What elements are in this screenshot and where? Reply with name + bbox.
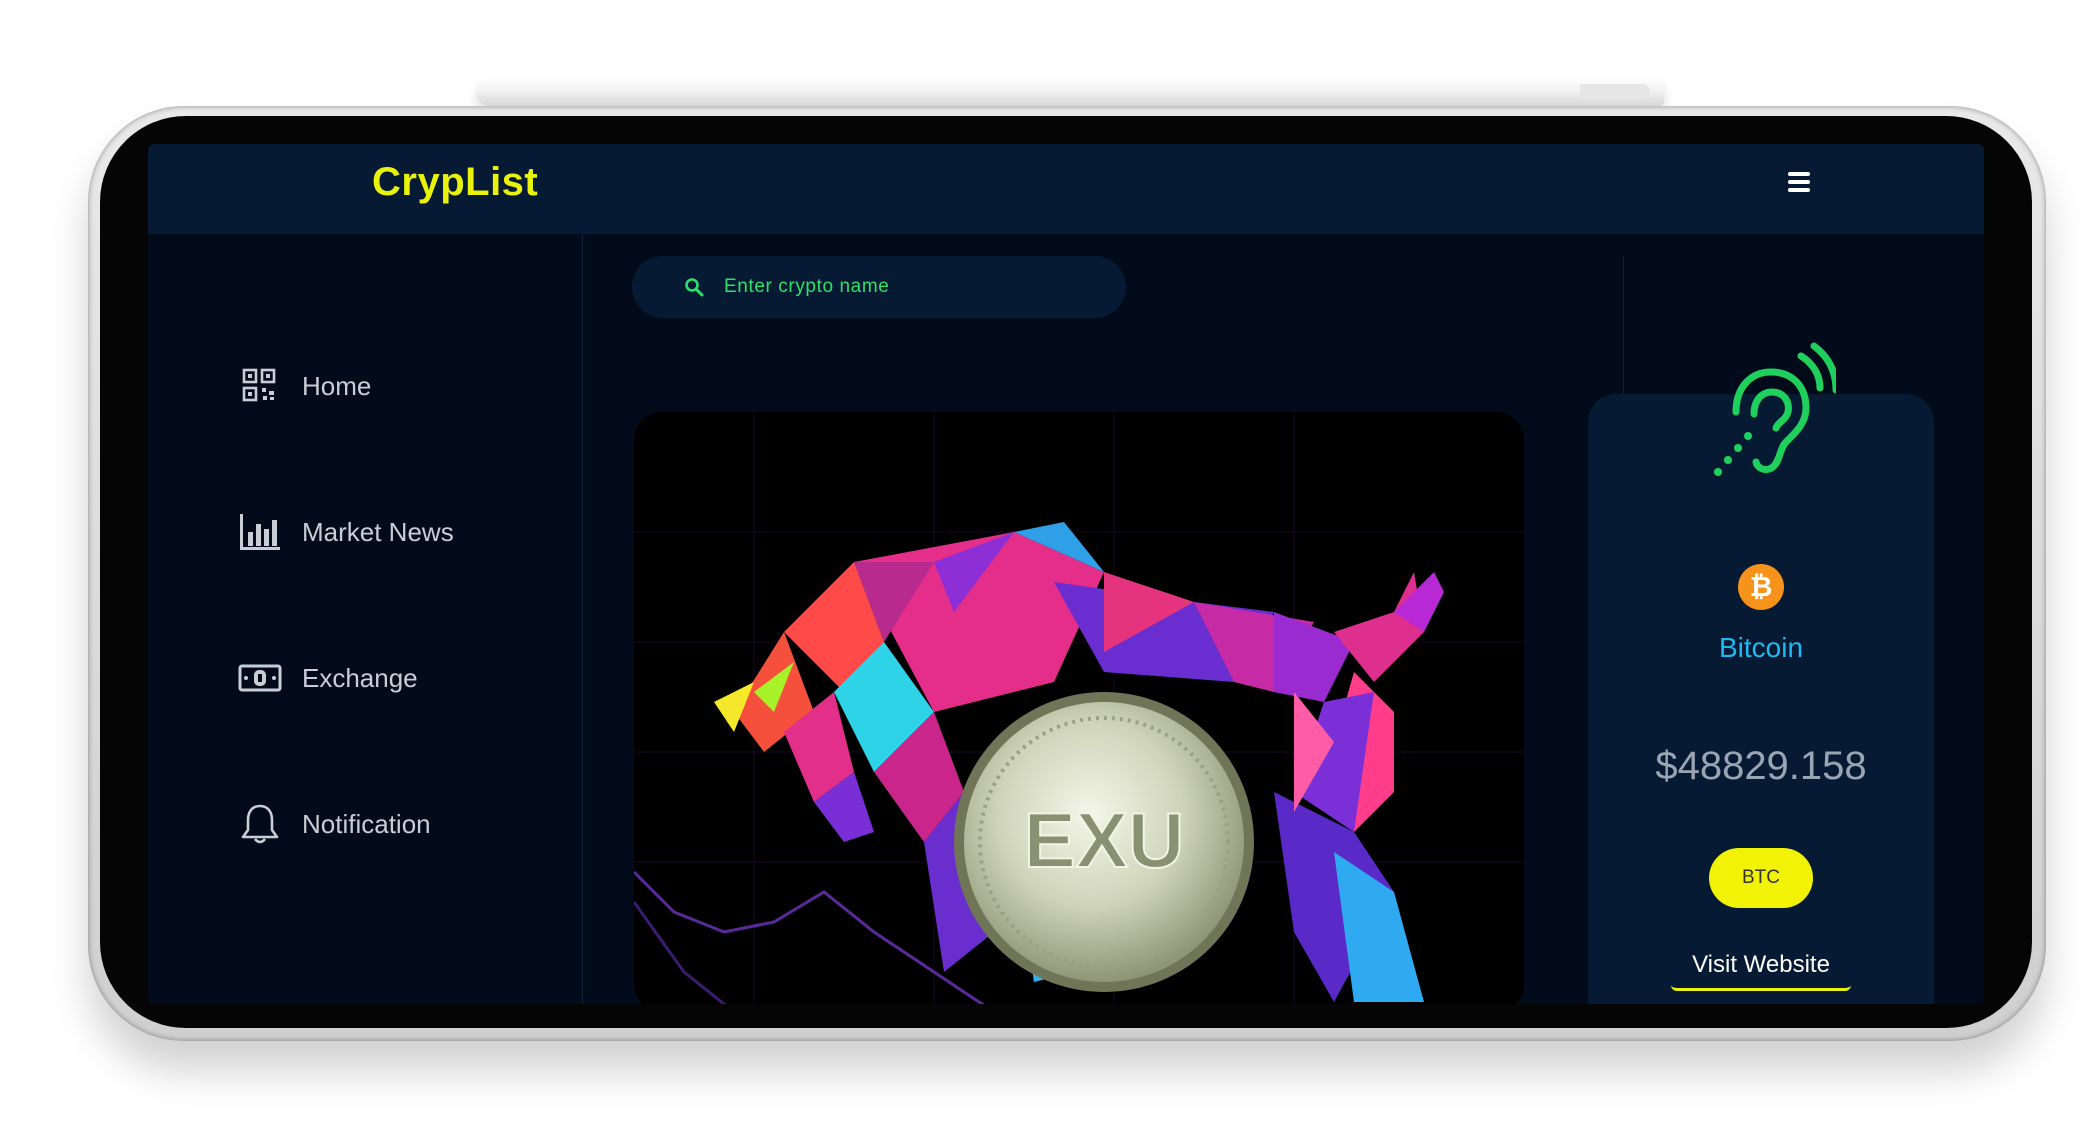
top-navbar: CrypList <box>148 144 1984 234</box>
bar-chart-icon <box>240 514 280 550</box>
coin-text: EXU <box>1024 796 1184 884</box>
coin-name: Bitcoin <box>1718 632 1804 663</box>
sidebar-item-label: Home <box>302 370 372 401</box>
money-bill-icon <box>238 664 282 692</box>
qr-code-icon <box>242 368 276 402</box>
sidebar-item-label: Market News <box>302 516 454 547</box>
sidebar-item-label: Notification <box>302 808 431 839</box>
app-screen: CrypList Home Market News Exchange Notif… <box>148 144 1984 1004</box>
hero-banner-image: EXU <box>634 412 1524 1004</box>
bell-icon <box>241 804 279 844</box>
sidebar-item-label: Exchange <box>302 662 418 693</box>
search-icon <box>685 278 704 297</box>
bitcoin-logo-icon: ₿ <box>1738 564 1784 610</box>
hamburger-menu-icon[interactable] <box>1784 168 1814 198</box>
ear-listening-icon[interactable] <box>1706 342 1836 482</box>
search-bar[interactable] <box>632 256 1126 318</box>
coin-price: $48829.158 <box>1655 744 1867 788</box>
search-input[interactable] <box>722 275 1086 299</box>
sidebar-item-market-news[interactable]: Market News <box>238 510 454 554</box>
sidebar-item-notification[interactable]: Notification <box>238 802 431 846</box>
coin-card: ₿ Bitcoin $48829.158 BTC Visit Website <box>1588 342 1934 1004</box>
sidebar: Home Market News Exchange Notification <box>148 234 583 1004</box>
visit-website-button[interactable]: Visit Website <box>1671 942 1851 991</box>
stylus-pencil <box>476 78 1664 106</box>
sidebar-item-home[interactable]: Home <box>238 364 371 408</box>
brand-logo[interactable]: CrypList <box>372 160 538 205</box>
stylus-tip <box>1580 84 1650 100</box>
symbol-badge-button[interactable]: BTC <box>1709 848 1813 908</box>
bull-coin-illustration: EXU <box>634 412 1524 1004</box>
sidebar-item-exchange[interactable]: Exchange <box>238 656 418 700</box>
